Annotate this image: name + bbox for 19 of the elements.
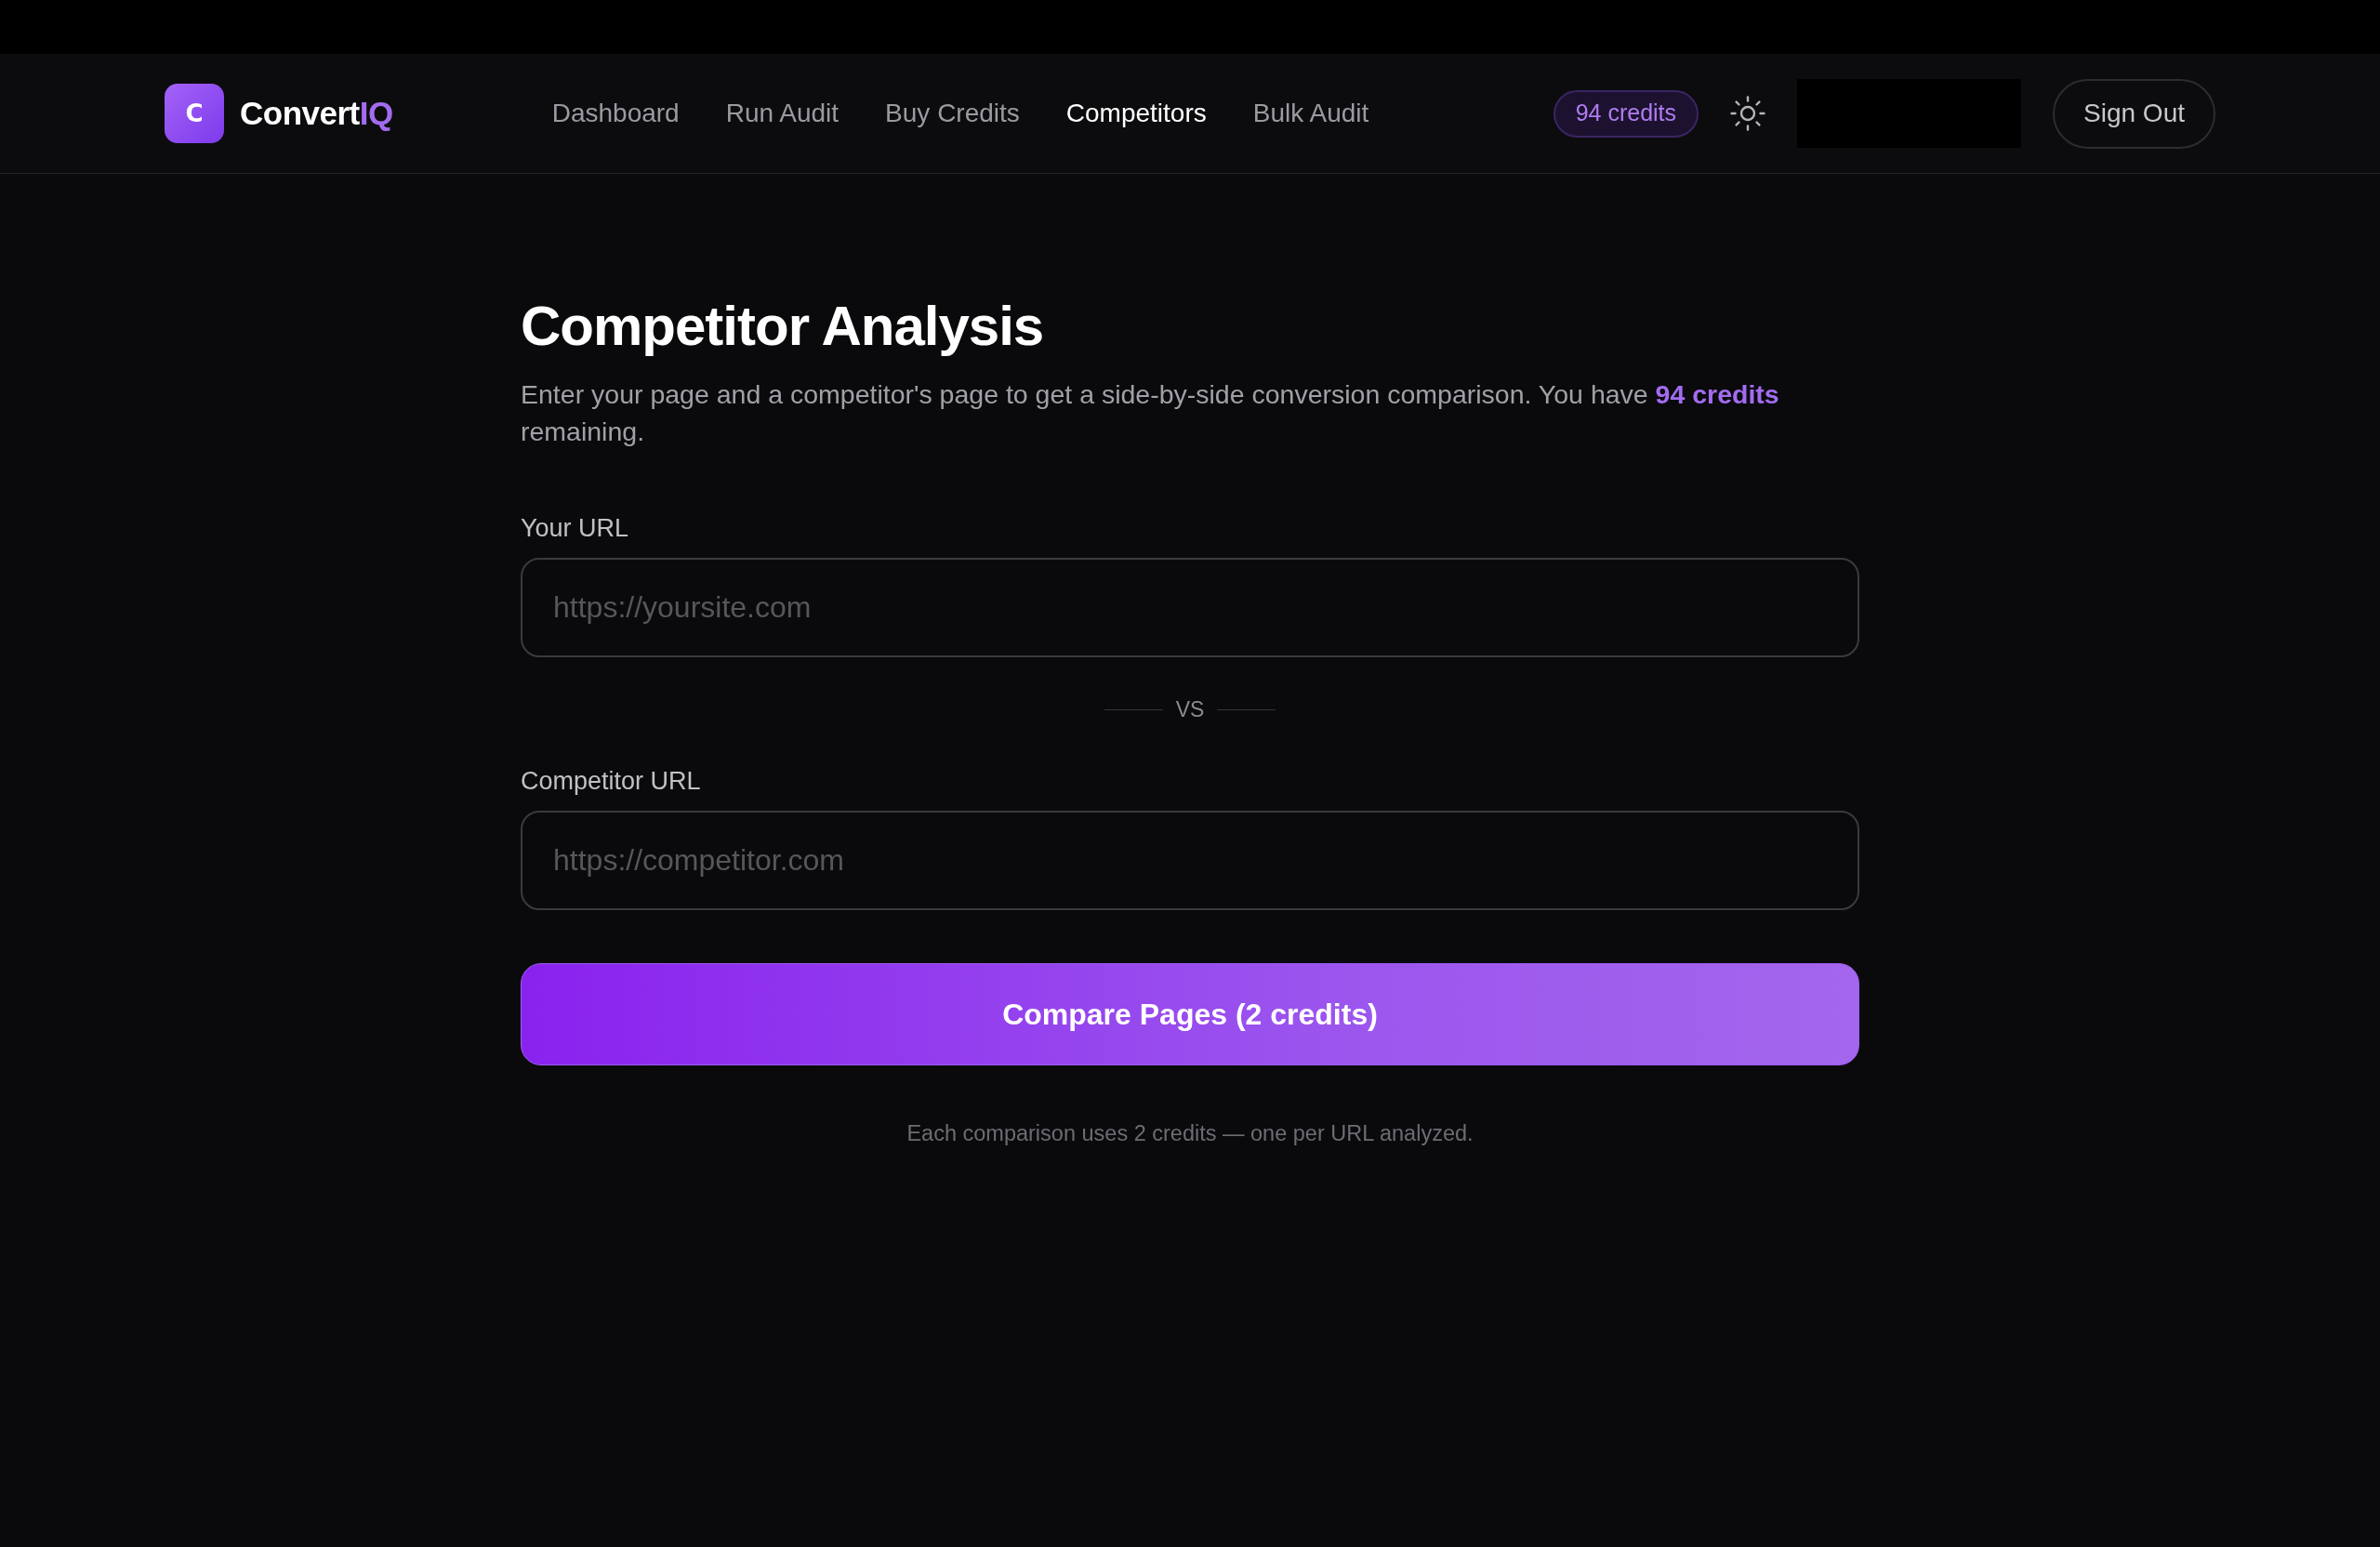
compare-button[interactable]: Compare Pages (2 credits) [521, 963, 1859, 1065]
brand-name[interactable]: ConvertIQ [240, 88, 393, 139]
divider-label: VS [1175, 696, 1205, 723]
page-title: Competitor Analysis [521, 294, 1045, 359]
sun-icon[interactable] [1730, 96, 1766, 131]
url-input-field[interactable]: https://yoursite.com [521, 558, 1859, 657]
sign-out-button[interactable]: Sign Out [2053, 78, 2215, 149]
url-input-field[interactable]: https://competitor.com [521, 811, 1859, 910]
nav-link[interactable]: Dashboard [551, 94, 680, 133]
nav-link[interactable]: Run Audit [725, 94, 840, 133]
field-label: Your URL [521, 513, 630, 544]
credits-note: Each comparison uses 2 credits — one per URL analyzed. [906, 1120, 1474, 1147]
logo-icon[interactable]: C [165, 84, 224, 143]
credits-badge: 94 credits [1553, 89, 1699, 138]
field-label: Competitor URL [521, 766, 702, 797]
intro-text: Enter your page and a competitor's page to get a side-by-side conversion comparison. You have 94 credits remaining. [521, 378, 1780, 448]
nav-link[interactable]: Buy Credits [885, 94, 1020, 133]
nav-link[interactable]: Bulk Audit [1252, 94, 1369, 133]
nav-link[interactable]: Competitors [1065, 94, 1207, 133]
